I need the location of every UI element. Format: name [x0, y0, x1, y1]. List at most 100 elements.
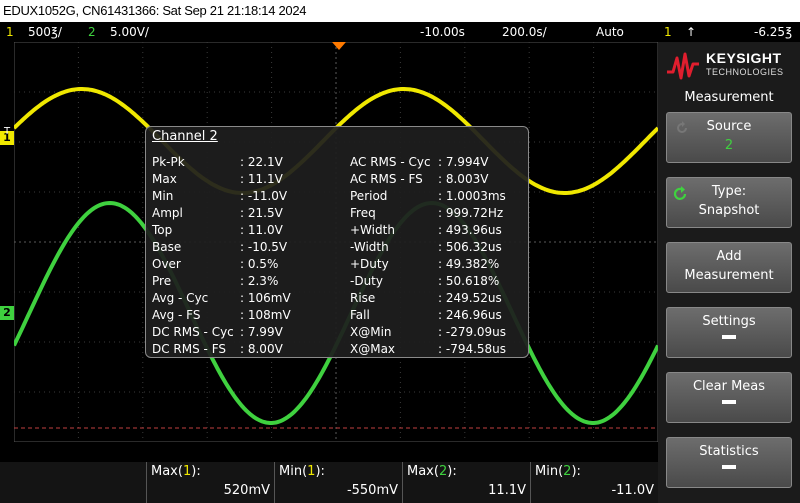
measurement-channel: 1: [182, 464, 192, 479]
ch1-number[interactable]: 1: [6, 22, 14, 42]
measure-value: : 108mV: [240, 308, 291, 322]
measure-label: Max: [152, 172, 177, 186]
horizontal-delay[interactable]: -10.00s: [420, 22, 465, 42]
measure-value: : 49.382%: [438, 257, 500, 271]
brand-sub: TECHNOLOGIES: [706, 67, 784, 77]
measure-value: : 493.96us: [438, 223, 502, 237]
measure-row: Ampl : 21.5V: [152, 205, 352, 222]
clear-meas-softkey[interactable]: Clear Meas: [666, 372, 792, 423]
measure-value: : 11.1V: [240, 172, 283, 186]
trigger-source[interactable]: 1: [664, 22, 672, 42]
measure-row: DC RMS - FS : 8.00V: [152, 341, 352, 358]
measure-label: Base: [152, 240, 182, 254]
measure-row: X@Max : -794.58us: [350, 341, 550, 358]
measure-row: Period: 1.0003ms: [350, 188, 550, 205]
measure-value: : 106mV: [240, 291, 291, 305]
bottom-measurement[interactable]: Max(1): 520mV: [146, 462, 274, 503]
measure-label: +Duty: [350, 257, 389, 271]
statistics-softkey[interactable]: Statistics: [666, 437, 792, 488]
ch2-ground-marker[interactable]: 2: [0, 306, 14, 320]
type-softkey[interactable]: Type: Snapshot: [666, 177, 792, 228]
measure-value: : 0.5%: [240, 257, 279, 271]
trigger-mode[interactable]: Auto: [596, 22, 624, 42]
measure-value: : 21.5V: [240, 206, 283, 220]
measure-value: : 246.96us: [438, 308, 502, 322]
measure-row: X@Min: -279.09us: [350, 324, 550, 341]
clear-meas-label: Clear Meas: [692, 379, 766, 394]
measure-row: Min: -11.0V: [152, 188, 352, 205]
statistics-label: Statistics: [699, 444, 759, 459]
measure-value: : 7.99V: [240, 325, 283, 339]
measure-row: +Duty : 49.382%: [350, 256, 550, 273]
measure-row: Avg - FS : 108mV: [152, 307, 352, 324]
source-value: 2: [724, 138, 734, 153]
measure-row: AC RMS - Cyc: 7.994V: [350, 154, 550, 171]
window-title: EDUX1052G, CN61431366: Sat Sep 21 21:18:…: [0, 0, 800, 22]
measure-label: DC RMS - FS: [152, 342, 227, 356]
measurement-name: Max: [407, 464, 434, 479]
measure-label: X@Min: [350, 325, 392, 339]
trigger-edge-icon: ↑: [686, 25, 697, 39]
bottom-measurement[interactable]: Min(2): -11.0V: [530, 462, 658, 503]
submenu-arrow-icon: [722, 400, 736, 404]
keysight-logo: KEYSIGHT TECHNOLOGIES: [666, 48, 796, 88]
measure-label: +Width: [350, 223, 395, 237]
ch1-scale[interactable]: 500℥/: [28, 22, 62, 42]
measure-value: : 2.3%: [240, 274, 279, 288]
measure-row: AC RMS - FS: 8.003V: [350, 171, 550, 188]
measurement-channel: 2: [438, 464, 448, 479]
measure-value: : 11.0V: [240, 223, 283, 237]
measure-row: Max : 11.1V: [152, 171, 352, 188]
ch2-scale[interactable]: 5.00V/: [110, 22, 149, 42]
measure-row: Fall: 246.96us: [350, 307, 550, 324]
add-line2: Measurement: [684, 268, 774, 283]
measure-value: : -794.58us: [438, 342, 507, 356]
measure-row: +Width : 493.96us: [350, 222, 550, 239]
measurement-channel: 2: [563, 464, 572, 479]
measure-label: AC RMS - Cyc: [350, 155, 431, 169]
measure-label: AC RMS - FS: [350, 172, 423, 186]
measure-value: : 22.1V: [240, 155, 283, 169]
measurement-bar: Max(1): 520mV Min(1): -550mV Max(2): 11.1V Min…: [0, 462, 658, 503]
add-line1: Add: [716, 249, 742, 264]
bottom-measurement-label: Min(2):: [535, 464, 581, 479]
measure-row: Pre : 2.3%: [152, 273, 352, 290]
bottom-measurement[interactable]: Max(2): 11.1V: [402, 462, 530, 503]
measure-row: Pk-Pk : 22.1V: [152, 154, 352, 171]
trigger-status: 1 ↑ -6.25℥: [658, 22, 800, 42]
measure-row: Base: -10.5V: [152, 239, 352, 256]
measure-label: DC RMS - Cyc: [152, 325, 234, 339]
measure-value: : 8.00V: [240, 342, 283, 356]
measure-label: Pre: [152, 274, 172, 288]
bottom-measurement[interactable]: Min(1): -550mV: [274, 462, 402, 503]
bottom-measurement-label: Max(1):: [151, 464, 201, 479]
measure-label: Ampl: [152, 206, 183, 220]
measurement-value: 11.1V: [488, 483, 526, 498]
trigger-level-marker[interactable]: T: [4, 126, 10, 137]
settings-softkey[interactable]: Settings: [666, 307, 792, 358]
trigger-level[interactable]: -6.25℥: [754, 22, 792, 42]
measure-label: Avg - Cyc: [152, 291, 209, 305]
type-value: Snapshot: [698, 203, 760, 218]
measurement-value: -11.0V: [611, 483, 654, 498]
measure-row: Avg - Cyc : 106mV: [152, 290, 352, 307]
measure-row: -Width: 506.32us: [350, 239, 550, 256]
settings-label: Settings: [702, 314, 756, 329]
add-measurement-softkey[interactable]: Add Measurement: [666, 242, 792, 293]
measure-label: Avg - FS: [152, 308, 201, 322]
measure-label: Top: [152, 223, 173, 237]
measure-label: -Width: [350, 240, 389, 254]
measure-label: Pk-Pk: [152, 155, 185, 169]
timebase[interactable]: 200.0s/: [502, 22, 547, 42]
measurement-value: -550mV: [346, 483, 398, 498]
measure-label: X@Max: [350, 342, 396, 356]
bottom-measurement-label: Max(2):: [407, 464, 457, 479]
ch2-number[interactable]: 2: [88, 22, 96, 42]
measure-value: : -11.0V: [240, 189, 288, 203]
source-softkey[interactable]: Source 2: [666, 112, 792, 163]
measure-row: Top : 11.0V: [152, 222, 352, 239]
measure-row: DC RMS - Cyc : 7.99V: [152, 324, 352, 341]
measure-value: : 249.52us: [438, 291, 502, 305]
rotate-knob-icon: [677, 121, 687, 133]
menu-title: Measurement: [684, 90, 774, 105]
